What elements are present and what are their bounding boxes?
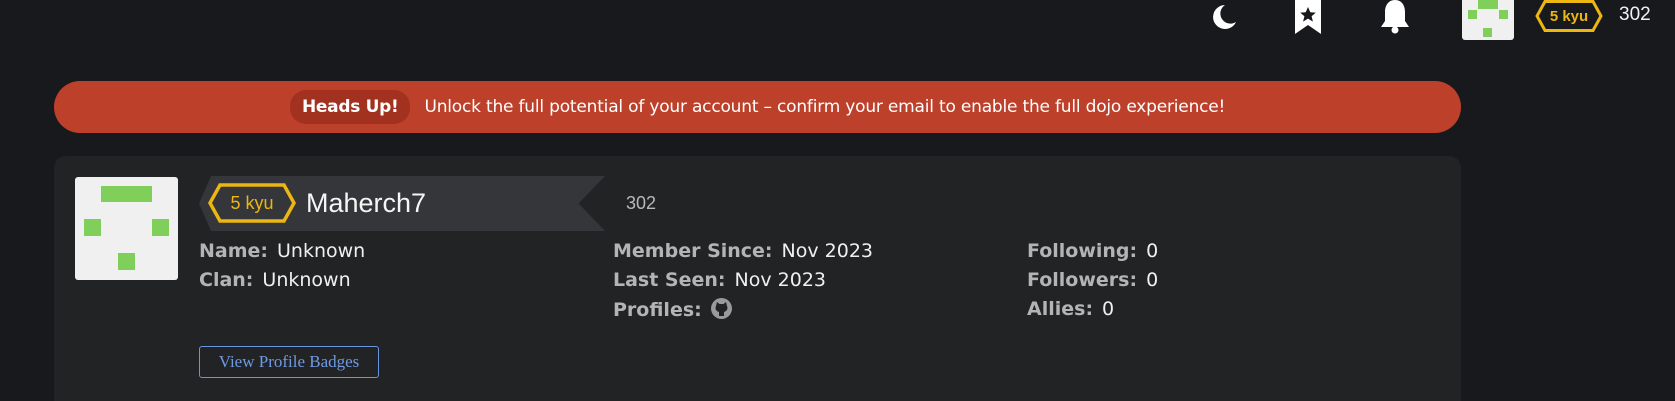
stat-label: Name:: [199, 240, 269, 262]
view-profile-badges-button[interactable]: View Profile Badges: [199, 346, 379, 378]
profile-honor: 302: [626, 193, 657, 213]
stat-label: Allies:: [1027, 298, 1094, 320]
stat-value: Nov 2023: [781, 240, 874, 262]
stat-value: 0: [1102, 298, 1115, 320]
stat-name: Name: Unknown: [199, 240, 365, 262]
rank-badge[interactable]: 5 kyu: [1535, 0, 1603, 32]
top-navbar: 5 kyu 302: [0, 0, 1675, 46]
profile-card: 5 kyu Maherch7 302 Name: Unknown Clan: Unk…: [54, 156, 1461, 401]
stat-label: Followers:: [1027, 269, 1138, 291]
stat-label: Member Since:: [613, 240, 773, 262]
stat-label: Last Seen:: [613, 269, 726, 291]
stat-value: 0: [1146, 269, 1159, 291]
stat-following: Following: 0: [1027, 240, 1158, 262]
stat-clan: Clan: Unknown: [199, 269, 351, 291]
moon-icon[interactable]: [1208, 0, 1240, 34]
stat-value: 0: [1146, 240, 1159, 262]
stat-value: Unknown: [262, 269, 351, 291]
stat-profiles: Profiles:: [613, 298, 732, 321]
rank-label: 5 kyu: [1549, 7, 1589, 25]
stat-member-since: Member Since: Nov 2023: [613, 240, 873, 262]
user-avatar[interactable]: [1462, 0, 1514, 40]
alert-message[interactable]: Unlock the full potential of your accoun…: [424, 97, 1225, 117]
stat-value: Unknown: [277, 240, 366, 262]
alert-tag: Heads Up!: [290, 90, 411, 124]
github-icon[interactable]: [710, 298, 732, 319]
email-confirmation-alert: Heads Up! Unlock the full potential of y…: [54, 81, 1461, 133]
stat-allies: Allies: 0: [1027, 298, 1114, 320]
stat-label: Clan:: [199, 269, 254, 291]
username: Maherch7: [306, 188, 427, 218]
profile-avatar: [75, 177, 178, 280]
stat-label: Profiles:: [613, 299, 702, 321]
stat-followers: Followers: 0: [1027, 269, 1158, 291]
profile-rank-badge: 5 kyu: [208, 183, 296, 223]
stat-value: Nov 2023: [734, 269, 826, 291]
honor-count: 302: [1619, 4, 1651, 25]
stat-label: Following:: [1027, 240, 1138, 262]
stat-last-seen: Last Seen: Nov 2023: [613, 269, 826, 291]
bell-icon[interactable]: [1379, 0, 1411, 34]
profile-rank-label: 5 kyu: [230, 192, 274, 213]
bookmark-star-icon[interactable]: [1292, 0, 1324, 34]
